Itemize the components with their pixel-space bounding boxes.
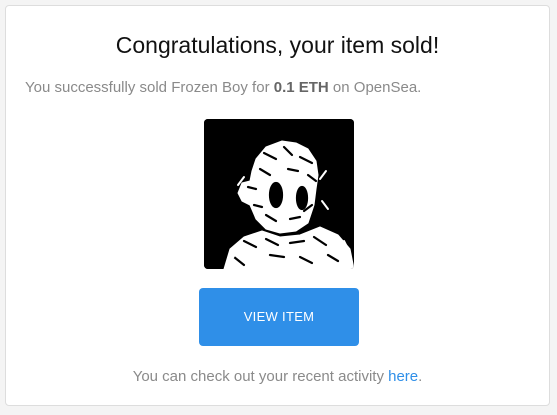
email-card: Congratulations, your item sold! You suc… — [5, 5, 550, 406]
nft-artwork-image — [204, 119, 354, 269]
sale-message-suffix: on OpenSea. — [328, 79, 422, 96]
footer-text: You can check out your recent activity — [132, 368, 389, 385]
sale-message: You successfully sold Frozen Boy for 0.1… — [25, 78, 421, 98]
recent-activity-footer: You can check out your recent activity h… — [6, 367, 549, 387]
view-item-button[interactable]: VIEW ITEM — [199, 288, 359, 346]
sale-message-prefix: You successfully sold Frozen Boy for — [25, 79, 274, 96]
frozen-boy-icon — [204, 119, 354, 269]
recent-activity-link[interactable]: here — [388, 368, 418, 385]
sale-price: 0.1 ETH — [273, 79, 329, 96]
page-title: Congratulations, your item sold! — [115, 32, 440, 58]
footer-period: . — [418, 368, 423, 385]
